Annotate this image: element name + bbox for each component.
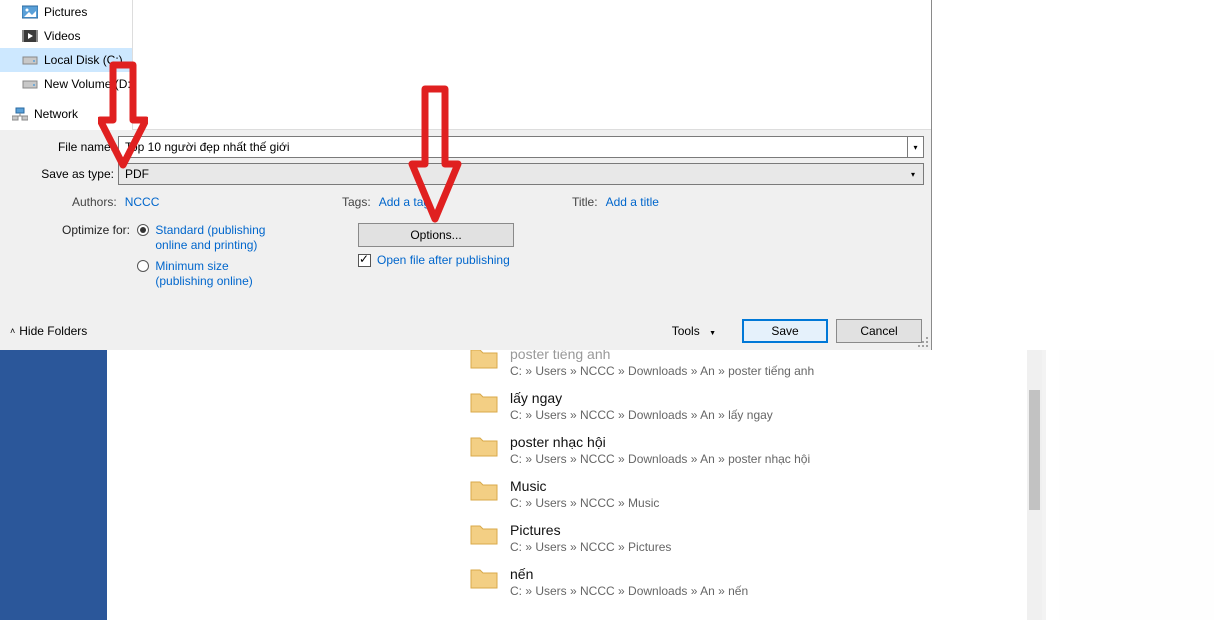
list-item[interactable]: Pictures C: » Users » NCCC » Pictures [470, 521, 1030, 555]
filename-dropdown[interactable]: ▾ [908, 136, 924, 158]
chevron-down-icon: ▼ [709, 330, 716, 337]
list-item[interactable]: poster nhạc hội C: » Users » NCCC » Down… [470, 433, 1030, 467]
item-title: lấy ngay [510, 389, 773, 407]
chevron-up-icon: ˄ [10, 326, 15, 336]
radio-minimum[interactable] [137, 260, 149, 272]
radio-standard[interactable] [137, 224, 149, 236]
list-item[interactable]: nến C: » Users » NCCC » Downloads » An »… [470, 565, 1030, 599]
drive-icon [22, 77, 38, 91]
cancel-button[interactable]: Cancel [836, 319, 922, 343]
right-panel [1059, 350, 1214, 620]
tree-item-pictures[interactable]: Pictures [0, 0, 132, 24]
radio-standard-label: Standard (publishing online and printing… [155, 223, 285, 253]
title-value[interactable]: Add a title [606, 195, 659, 209]
item-title: nến [510, 565, 748, 583]
videos-icon [22, 29, 38, 43]
item-path: C: » Users » NCCC » Pictures [510, 539, 671, 555]
authors-label: Authors: [72, 195, 117, 209]
folder-icon [470, 435, 498, 457]
folder-icon [470, 523, 498, 545]
tree-item-videos[interactable]: Videos [0, 24, 132, 48]
tree-label: Network [34, 107, 78, 121]
folder-tree: Pictures Videos Local Disk (C:) New Volu… [0, 0, 133, 130]
save-form: File name: ▾ Save as type: PDF ▾ Authors… [0, 130, 932, 293]
filename-input[interactable] [118, 136, 908, 158]
folder-icon [470, 347, 498, 369]
tags-label: Tags: [342, 195, 371, 209]
folder-icon [470, 479, 498, 501]
tree-label: Pictures [44, 5, 87, 19]
savetype-value: PDF [125, 167, 149, 181]
save-as-dialog: Pictures Videos Local Disk (C:) New Volu… [0, 0, 932, 350]
word-left-rail [0, 350, 107, 620]
recent-folders-list: poster tiếng anh C: » Users » NCCC » Dow… [470, 345, 1030, 609]
list-item[interactable]: Music C: » Users » NCCC » Music [470, 477, 1030, 511]
chevron-down-icon: ▾ [905, 170, 921, 179]
dialog-footer: ˄ Hide Folders Tools ▼ Save Cancel [0, 312, 932, 350]
save-button[interactable]: Save [742, 319, 828, 343]
item-path: C: » Users » NCCC » Downloads » An » lấy… [510, 407, 773, 423]
tree-item-local-disk-c[interactable]: Local Disk (C:) [0, 48, 132, 72]
pictures-icon [22, 5, 38, 19]
optimize-label: Optimize for: [62, 223, 130, 237]
list-item[interactable]: lấy ngay C: » Users » NCCC » Downloads »… [470, 389, 1030, 423]
filename-label: File name: [8, 140, 118, 154]
tree-item-network[interactable]: Network [0, 102, 132, 126]
tree-label: Videos [44, 29, 80, 43]
authors-value[interactable]: NCCC [125, 195, 160, 209]
list-item[interactable]: poster tiếng anh C: » Users » NCCC » Dow… [470, 345, 1030, 379]
item-title: poster nhạc hội [510, 433, 810, 451]
network-icon [12, 107, 28, 121]
folder-icon [470, 567, 498, 589]
open-after-label: Open file after publishing [377, 253, 510, 267]
tree-label: New Volume (D:) [44, 77, 135, 91]
radio-minimum-label: Minimum size (publishing online) [155, 259, 285, 289]
open-after-checkbox[interactable] [358, 254, 371, 267]
scrollbar-thumb[interactable] [1029, 390, 1040, 510]
item-title: Pictures [510, 521, 671, 539]
hide-folders-label: Hide Folders [19, 324, 87, 338]
file-list-area[interactable] [133, 0, 931, 130]
item-title: Music [510, 477, 659, 495]
tools-menu[interactable]: Tools ▼ [672, 324, 716, 338]
chevron-down-icon: ▾ [913, 143, 917, 152]
title-label: Title: [572, 195, 598, 209]
savetype-combo[interactable]: PDF ▾ [118, 163, 924, 185]
item-path: C: » Users » NCCC » Music [510, 495, 659, 511]
tools-label: Tools [672, 324, 700, 338]
resize-grip-icon[interactable] [917, 336, 929, 348]
tags-value[interactable]: Add a tag [379, 195, 430, 209]
tree-item-new-volume-d[interactable]: New Volume (D:) [0, 72, 132, 96]
options-button[interactable]: Options... [358, 223, 514, 247]
savetype-label: Save as type: [8, 167, 118, 181]
tree-label: Local Disk (C:) [44, 53, 123, 67]
hide-folders-toggle[interactable]: ˄ Hide Folders [10, 324, 87, 338]
item-path: C: » Users » NCCC » Downloads » An » pos… [510, 363, 814, 379]
item-path: C: » Users » NCCC » Downloads » An » nến [510, 583, 748, 599]
drive-icon [22, 53, 38, 67]
folder-icon [470, 391, 498, 413]
item-path: C: » Users » NCCC » Downloads » An » pos… [510, 451, 810, 467]
